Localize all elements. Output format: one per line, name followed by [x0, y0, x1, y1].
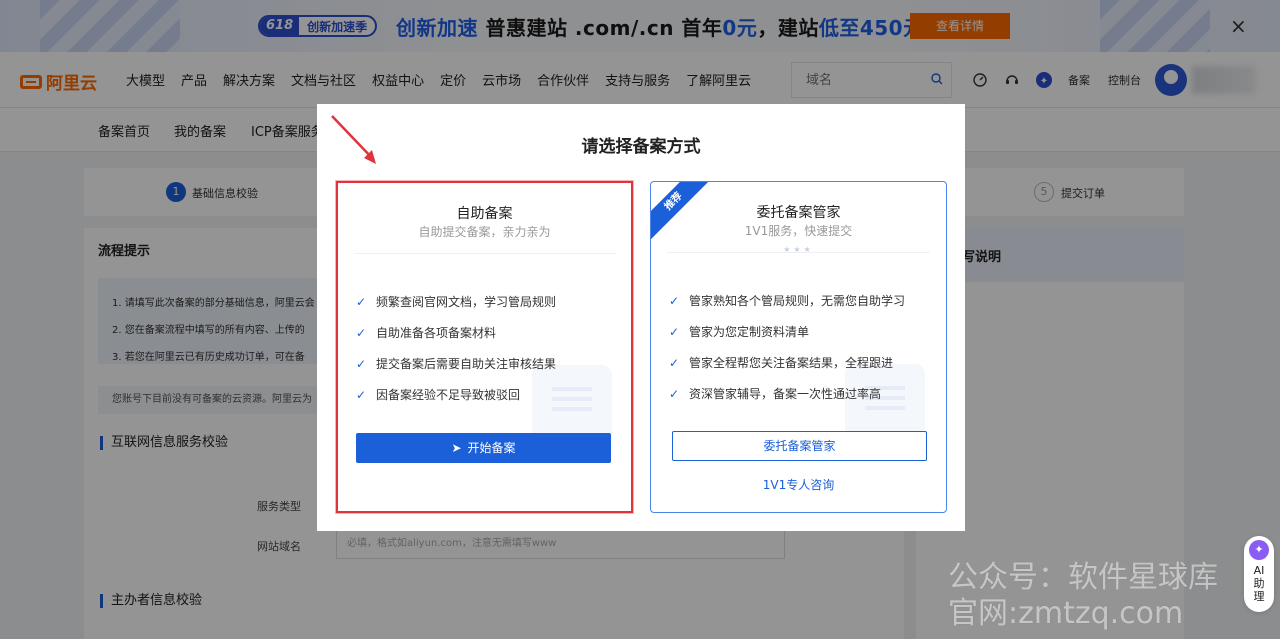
list-item-text: 自助准备各项备案材料 [376, 326, 497, 340]
managed-service-title: 委托备案管家 [756, 205, 841, 221]
list-item-text: 管家全程帮您关注备案结果，全程跟进 [689, 356, 894, 370]
managed-service-list: ✓ 管家熟知各个管局规则，无需您自助学习 ✓ 管家为您定制资料清单 ✓ 管家全程帮您关… [669, 292, 905, 416]
check-icon: ✓ [669, 325, 680, 339]
ai-assistant-label: AI助理 [1253, 564, 1265, 603]
list-item: ✓ 因备案经验不足导致被驳回 [356, 386, 556, 417]
start-beian-button[interactable]: ➤ 开始备案 [356, 433, 611, 463]
divider [354, 253, 617, 254]
list-item-text: 资深管家辅导，备案一次性通过率高 [689, 387, 882, 401]
check-icon: ✓ [356, 388, 367, 402]
watermark-line2: 官网:zmtzq.com [948, 596, 1184, 631]
list-item: ✓ 资深管家辅导，备案一次性通过率高 [669, 385, 905, 416]
check-icon: ✓ [356, 326, 367, 340]
managed-service-card[interactable]: 推荐 委托备案管家 1V1服务，快速提交 ★★★ ✓ 管家熟知各个管局规则，无需您… [650, 181, 947, 513]
list-item: ✓ 管家全程帮您关注备案结果，全程跟进 [669, 354, 905, 385]
self-service-card[interactable]: 自助备案 自助提交备案，亲力亲为 ✓ 频繁查阅官网文档，学习管局规则 ✓ 自助准备各… [336, 181, 633, 513]
watermark: 公众号：软件星球库 官网:zmtzq.com [948, 560, 1218, 632]
check-icon: ✓ [356, 357, 367, 371]
list-item-text: 频繁查阅官网文档，学习管局规则 [376, 295, 557, 309]
self-service-list: ✓ 频繁查阅官网文档，学习管局规则 ✓ 自助准备各项备案材料 ✓ 提交备案后需要自助关… [356, 293, 556, 417]
check-icon: ✓ [669, 356, 680, 370]
stars-decoration: ★★★ [783, 245, 814, 254]
check-icon: ✓ [669, 294, 680, 308]
self-service-subtitle: 自助提交备案，亲力亲为 [418, 225, 551, 239]
ai-assistant-button[interactable]: ✦ AI助理 [1244, 536, 1274, 612]
watermark-line1: 公众号：软件星球库 [948, 560, 1218, 595]
cursor-icon: ➤ [451, 441, 462, 455]
list-item: ✓ 频繁查阅官网文档，学习管局规则 [356, 293, 556, 324]
annotation-arrow-icon [331, 115, 376, 164]
list-item: ✓ 管家熟知各个管局规则，无需您自助学习 [669, 292, 905, 323]
self-service-title: 自助备案 [456, 206, 513, 222]
check-icon: ✓ [356, 295, 367, 309]
beian-method-dialog: 请选择备案方式 自助备案 自助提交备案，亲力亲为 ✓ 频繁查阅官网文档，学习管局规… [317, 104, 965, 531]
managed-service-subtitle: 1V1服务，快速提交 [744, 224, 853, 238]
list-item: ✓ 管家为您定制资料清单 [669, 323, 905, 354]
list-item-text: 提交备案后需要自助关注审核结果 [376, 357, 557, 371]
list-item: ✓ 提交备案后需要自助关注审核结果 [356, 355, 556, 386]
consult-link[interactable]: 1V1专人咨询 [651, 476, 946, 493]
entrust-manager-button[interactable]: 委托备案管家 [672, 431, 927, 461]
check-icon: ✓ [669, 387, 680, 401]
start-beian-label: 开始备案 [467, 441, 516, 455]
list-item-text: 管家熟知各个管局规则，无需您自助学习 [689, 294, 906, 308]
ai-assistant-icon: ✦ [1249, 540, 1269, 560]
list-item: ✓ 自助准备各项备案材料 [356, 324, 556, 355]
list-item-text: 管家为您定制资料清单 [689, 325, 810, 339]
list-item-text: 因备案经验不足导致被驳回 [376, 388, 521, 402]
dialog-title: 请选择备案方式 [581, 137, 701, 157]
